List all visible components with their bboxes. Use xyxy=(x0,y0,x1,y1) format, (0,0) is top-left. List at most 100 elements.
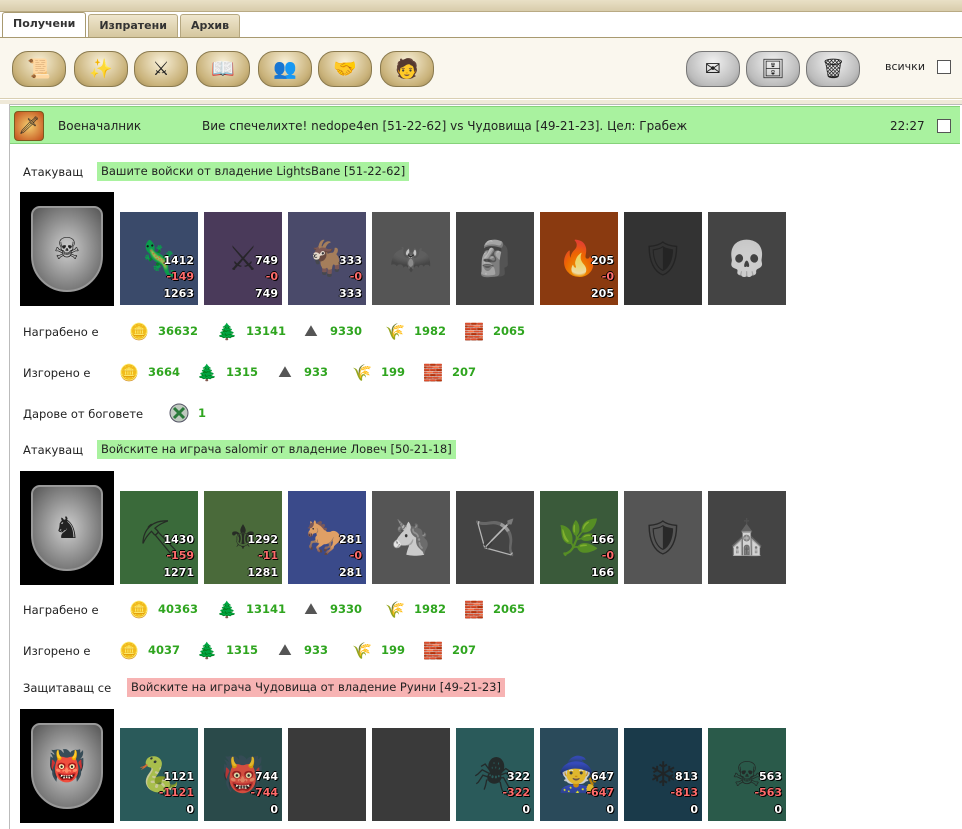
book-icon: 📖 xyxy=(211,57,235,80)
ore-icon: ⛰ xyxy=(304,321,318,340)
resource-value: 1982 xyxy=(414,602,447,616)
empty-slot-icon xyxy=(372,728,450,821)
resource-value: 199 xyxy=(381,365,406,379)
unit-card[interactable]: 👹 744 -744 0 xyxy=(204,728,282,821)
wheat-icon: 🌾 xyxy=(385,599,405,619)
message-row[interactable]: 🗡 Военачалник Вие спечелихте! nedope4en … xyxy=(10,106,960,144)
filter-hero-button[interactable]: 🧑 xyxy=(380,51,434,87)
resource-value: 40363 xyxy=(158,602,199,616)
unit-card[interactable]: 🐐 333 -0 333 xyxy=(288,212,366,305)
unit-remaining: 0 xyxy=(606,803,614,816)
stone-icon: 🧱 xyxy=(464,321,484,341)
tab-archive[interactable]: Архив xyxy=(179,14,241,37)
hero-icon: 🧑 xyxy=(395,57,419,80)
unit-card[interactable]: 🌿 166 -0 166 xyxy=(540,491,618,584)
stone-icon: 🧱 xyxy=(464,599,484,619)
unit-remaining: 281 xyxy=(339,566,362,579)
unit-count: 744 xyxy=(255,770,278,783)
ore-icon: ⛰ xyxy=(304,599,318,618)
resource-value: 3664 xyxy=(148,365,181,379)
unit-count: 166 xyxy=(591,533,614,546)
resource-stone: 🧱 2065 xyxy=(463,598,525,620)
unit-card[interactable]: ⛪ xyxy=(708,491,786,584)
select-all-label: всички xyxy=(885,60,925,73)
unit-losses: -149 xyxy=(166,270,194,283)
unit-card[interactable]: ⛏ 1430 -159 1271 xyxy=(120,491,198,584)
unit-losses: -11 xyxy=(258,549,278,562)
resource-ore: ⛰ 9330 xyxy=(300,598,362,620)
resource-wheat: 🌾 199 xyxy=(351,361,405,383)
tab-sent[interactable]: Изпратени xyxy=(88,14,178,37)
unit-count: 1121 xyxy=(163,770,194,783)
resource-value: 13141 xyxy=(246,324,287,338)
reaper-icon: 💀 xyxy=(725,238,769,279)
gargoyle-icon: 🦇 xyxy=(389,238,433,279)
wood-icon: 🌲 xyxy=(217,599,237,619)
resource-value: 1315 xyxy=(226,365,259,379)
archive-button[interactable]: 🗄 xyxy=(746,51,800,87)
unit-count: 563 xyxy=(759,770,782,783)
gold-icon: 🪙 xyxy=(129,321,149,341)
unit-remaining: 205 xyxy=(591,287,614,300)
unit-card[interactable]: 🏹 xyxy=(456,491,534,584)
unit-card[interactable]: 🛡 xyxy=(624,212,702,305)
unit-card[interactable]: 🕷 322 -322 0 xyxy=(456,728,534,821)
resource-value: 4037 xyxy=(148,643,181,657)
section-role: Атакуващ xyxy=(23,165,84,179)
guard-icon: 🛡 xyxy=(641,517,685,558)
unit-remaining: 1263 xyxy=(163,287,194,300)
unit-card[interactable] xyxy=(288,728,366,821)
unit-remaining: 0 xyxy=(270,803,278,816)
unit-card[interactable]: ⚔ 749 -0 749 xyxy=(204,212,282,305)
unit-card[interactable]: 💀 xyxy=(708,212,786,305)
unit-losses: -0 xyxy=(349,549,362,562)
unit-card[interactable]: 🦎 1412 -149 1263 xyxy=(120,212,198,305)
trash-icon: 🗑 xyxy=(820,57,846,80)
delete-button[interactable]: 🗑 xyxy=(806,51,860,87)
unit-card[interactable]: 🦇 xyxy=(372,212,450,305)
resource-ore: ⛰ 933 xyxy=(274,639,328,661)
unit-card[interactable]: 🔥 205 -0 205 xyxy=(540,212,618,305)
unit-card[interactable]: 🐎 281 -0 281 xyxy=(288,491,366,584)
mark-read-button[interactable]: ✉ xyxy=(686,51,740,87)
unit-card[interactable]: ❄ 813 -813 0 xyxy=(624,728,702,821)
battle-sword-icon: 🗡 xyxy=(14,111,44,141)
toolbar: 📜 ✨ ⚔ 📖 👥 🤝 🧑 ✉ 🗄 🗑 всички xyxy=(0,37,962,99)
filter-magic-button[interactable]: ✨ xyxy=(74,51,128,87)
resource-gold: 🪙 36632 xyxy=(128,320,198,342)
mail-tabs: Получени Изпратени Архив xyxy=(0,12,242,37)
unit-count: 1412 xyxy=(163,254,194,267)
unit-card[interactable]: 🐍 1121 -1121 0 xyxy=(120,728,198,821)
resource-stone: 🧱 207 xyxy=(422,639,476,661)
unit-card[interactable]: 🛡 xyxy=(624,491,702,584)
unit-card[interactable]: 🦄 xyxy=(372,491,450,584)
filter-trade-button[interactable]: 🤝 xyxy=(318,51,372,87)
wheat-icon: 🌾 xyxy=(385,321,405,341)
tab-received[interactable]: Получени xyxy=(2,12,87,37)
resource-wheat: 🌾 1982 xyxy=(384,598,446,620)
unit-count: 647 xyxy=(591,770,614,783)
looted-label: Награбено е xyxy=(23,603,99,617)
ore-icon: ⛰ xyxy=(278,640,292,659)
message-checkbox[interactable] xyxy=(937,119,951,133)
resource-value: 2065 xyxy=(493,324,526,338)
select-all-checkbox[interactable] xyxy=(937,60,951,74)
filter-battle-button[interactable]: ⚔ xyxy=(134,51,188,87)
unit-card[interactable]: 🧙 647 -647 0 xyxy=(540,728,618,821)
resource-gold: 🪙 4037 xyxy=(118,639,180,661)
resource-wood: 🌲 1315 xyxy=(196,639,258,661)
filter-book-button[interactable]: 📖 xyxy=(196,51,250,87)
looted-label: Награбено е xyxy=(23,325,99,339)
filter-scroll-button[interactable]: 📜 xyxy=(12,51,66,87)
unit-losses: -647 xyxy=(586,786,614,799)
unit-card[interactable]: ⚜ 1292 -11 1281 xyxy=(204,491,282,584)
handshake-icon: 🤝 xyxy=(333,57,357,80)
filter-people-button[interactable]: 👥 xyxy=(258,51,312,87)
resource-value: 199 xyxy=(381,643,406,657)
knight-icon: 🛡 xyxy=(641,238,685,279)
unit-card[interactable]: 🗿 xyxy=(456,212,534,305)
resource-value: 1982 xyxy=(414,324,447,338)
gift-orb-icon xyxy=(168,402,190,424)
unit-card[interactable] xyxy=(372,728,450,821)
unit-card[interactable]: ☠ 563 -563 0 xyxy=(708,728,786,821)
